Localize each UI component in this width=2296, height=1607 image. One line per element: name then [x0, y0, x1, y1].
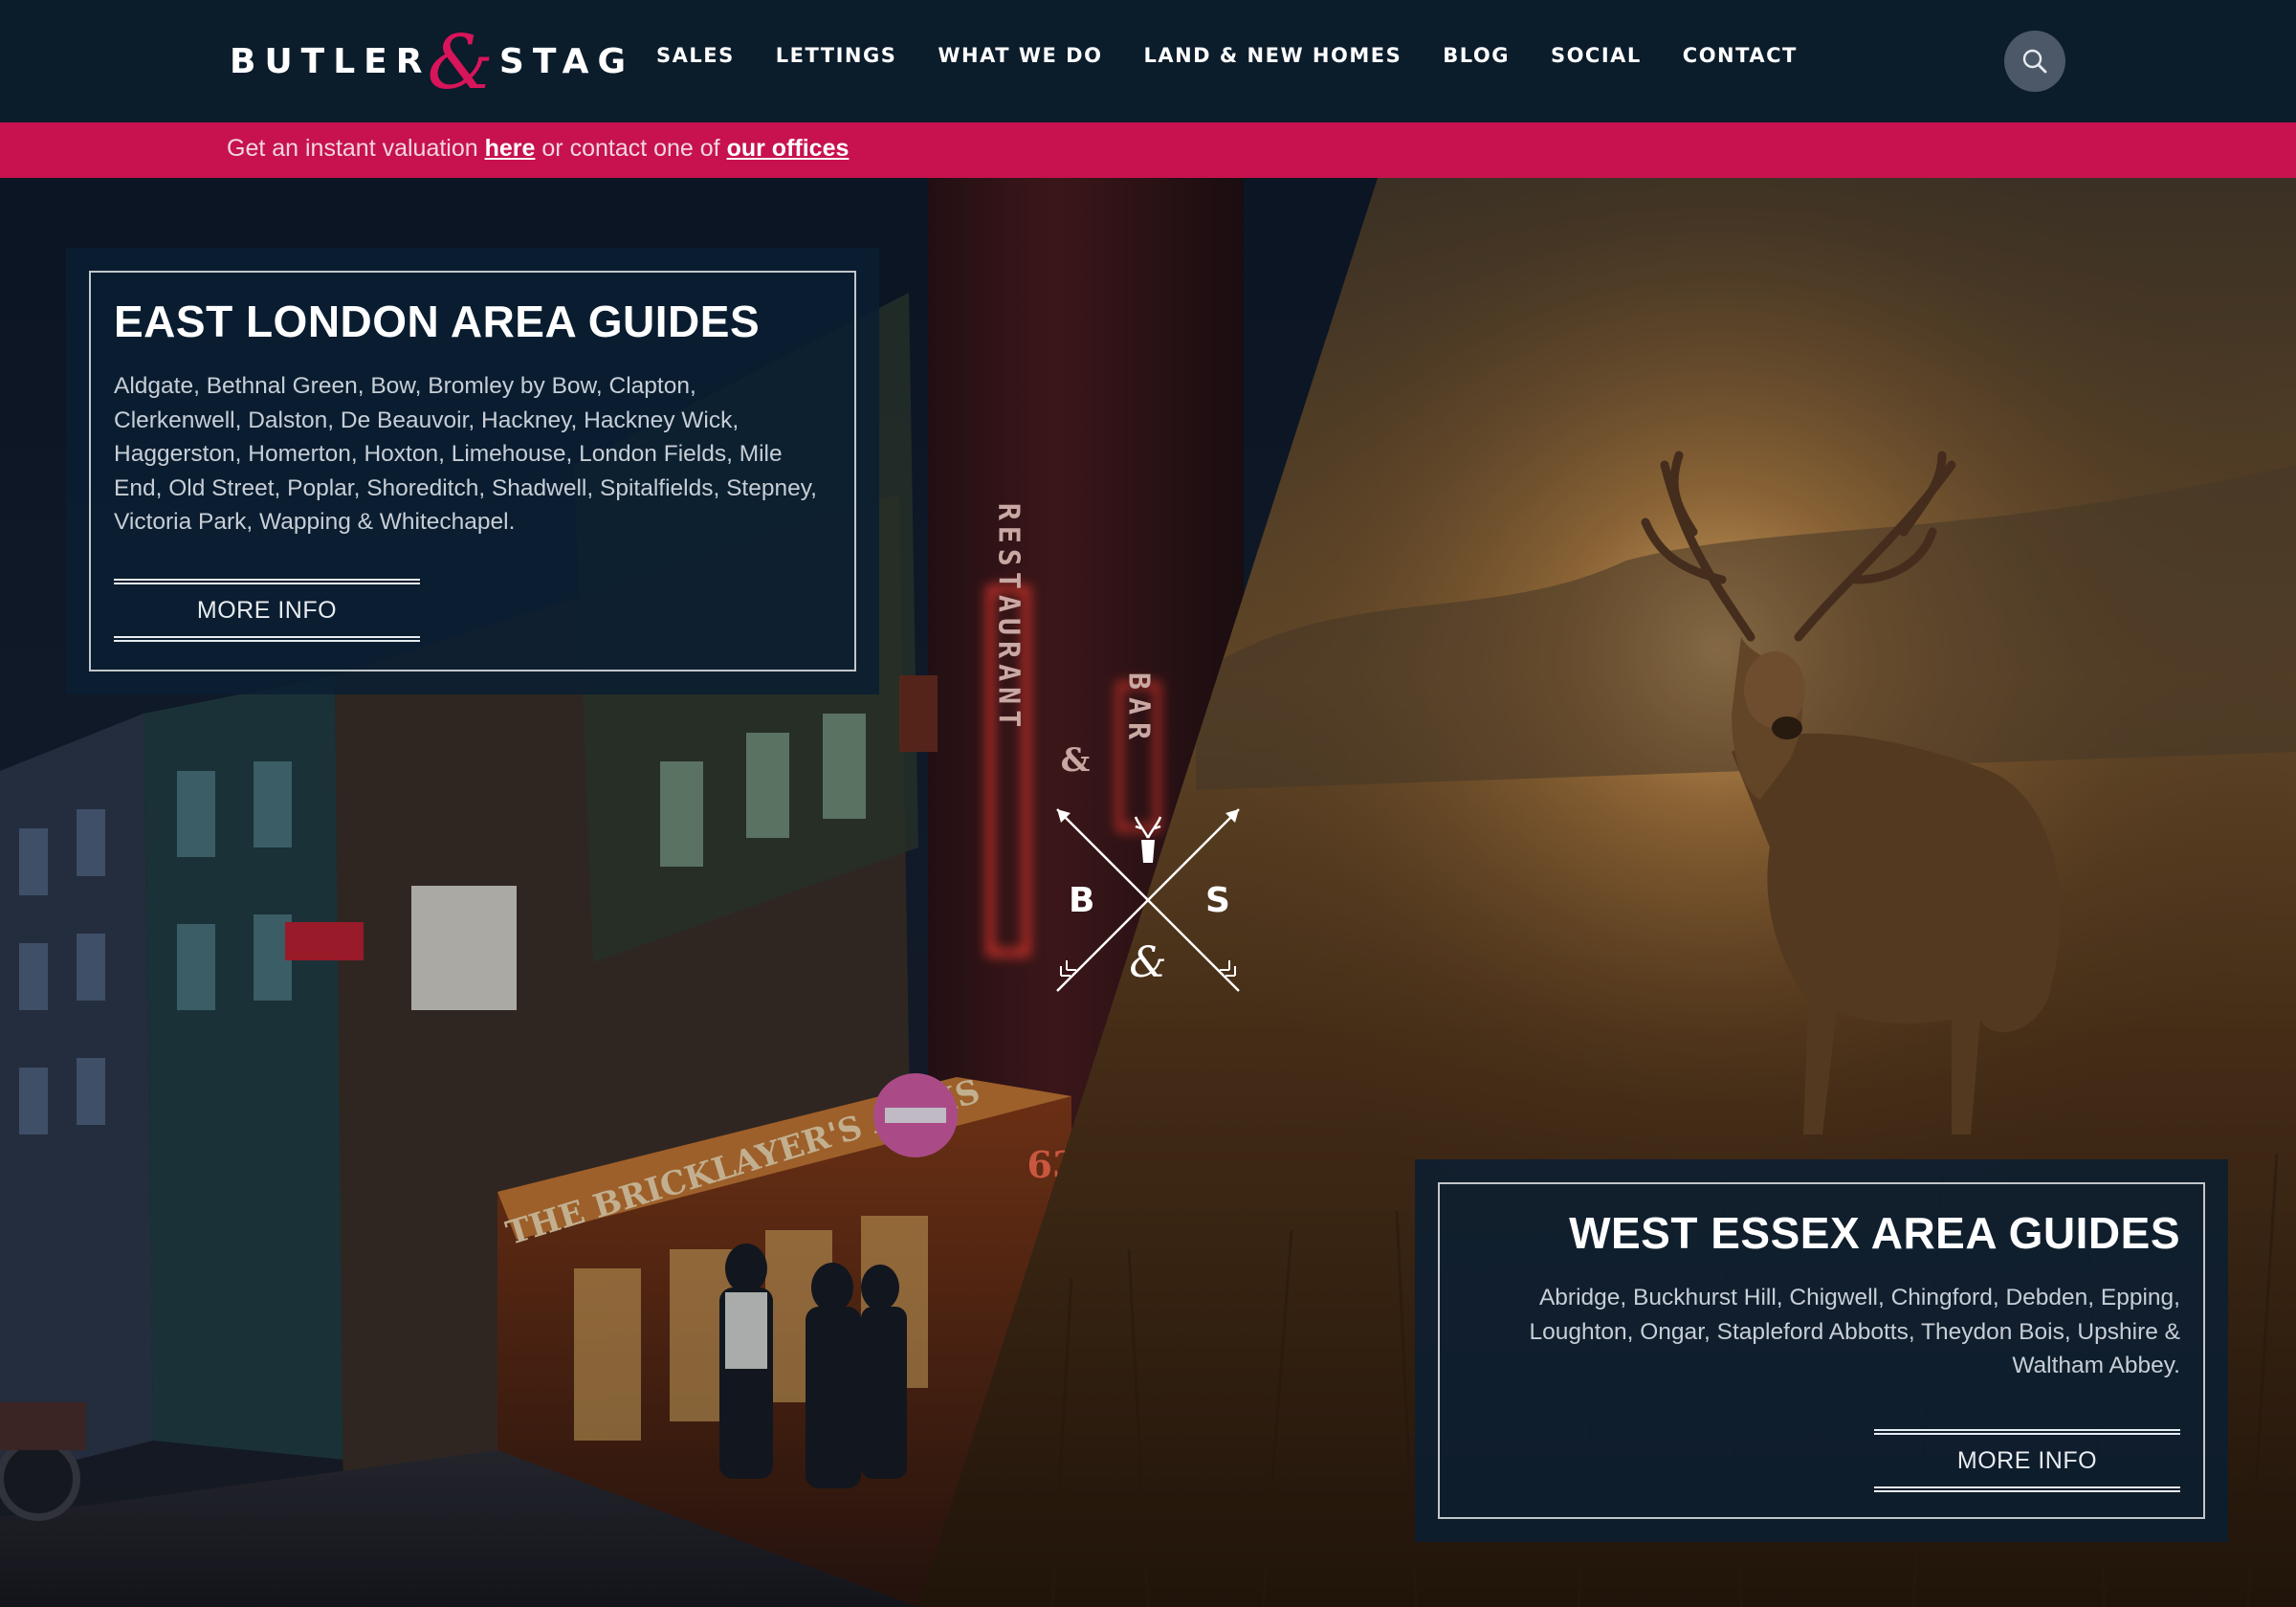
valuation-prefix: Get an instant valuation — [227, 135, 478, 162]
search-button[interactable] — [2004, 31, 2065, 92]
logo-text-stag: STAG — [498, 41, 635, 81]
valuation-banner-text: Get an instant valuation here or contact… — [227, 135, 849, 163]
top-navigation-bar: BUTLER & STAG SALES LETTINGS WHAT WE DO … — [0, 0, 2296, 122]
east-london-guide-card: EAST LONDON AREA GUIDES Aldgate, Bethnal… — [66, 248, 879, 694]
butler-stag-emblem: B S & — [1056, 808, 1240, 992]
west-essex-guide-areas: Abridge, Buckhurst Hill, Chigwell, Ching… — [1529, 1285, 2180, 1378]
logo-ampersand: & — [427, 20, 494, 106]
east-london-guide-title: EAST LONDON AREA GUIDES — [114, 297, 761, 346]
nav-link-land-new-homes[interactable]: LAND & NEW HOMES — [1143, 44, 1402, 67]
hero-section: RESTAURANT & BAR THE BRICKLAYER'S ARMS 6… — [0, 178, 2296, 1607]
west-essex-guide-title: WEST ESSEX AREA GUIDES — [1569, 1208, 2180, 1258]
logo-text-butler: BUTLER — [230, 41, 431, 81]
nav-link-sales[interactable]: SALES — [656, 44, 735, 67]
east-london-guide-frame: EAST LONDON AREA GUIDES Aldgate, Bethnal… — [89, 271, 856, 671]
our-offices-link[interactable]: our offices — [727, 135, 850, 162]
nav-link-blog[interactable]: BLOG — [1443, 44, 1510, 67]
valuation-banner: Get an instant valuation here or contact… — [0, 122, 2296, 178]
main-nav: SALES LETTINGS WHAT WE DO LAND & NEW HOM… — [656, 44, 1839, 67]
emblem-letter-s: S — [1205, 881, 1230, 920]
nav-link-what-we-do[interactable]: WHAT WE DO — [938, 44, 1102, 67]
site-logo[interactable]: BUTLER & STAG — [230, 26, 635, 100]
valuation-here-link[interactable]: here — [485, 135, 536, 162]
nav-link-contact[interactable]: CONTACT — [1683, 44, 1798, 67]
emblem-ampersand: & — [1129, 938, 1166, 987]
east-london-more-info-button[interactable]: MORE INFO — [114, 579, 420, 642]
west-essex-more-info-button[interactable]: MORE INFO — [1874, 1429, 2180, 1492]
emblem-letter-b: B — [1069, 881, 1094, 920]
east-london-guide-areas: Aldgate, Bethnal Green, Bow, Bromley by … — [114, 373, 817, 535]
search-icon — [2022, 49, 2047, 74]
nav-link-social[interactable]: SOCIAL — [1551, 44, 1642, 67]
west-essex-guide-frame: WEST ESSEX AREA GUIDES Abridge, Buckhurs… — [1438, 1182, 2205, 1519]
valuation-middle: or contact one of — [541, 135, 720, 162]
nav-link-lettings[interactable]: LETTINGS — [776, 44, 897, 67]
west-essex-guide-card: WEST ESSEX AREA GUIDES Abridge, Buckhurs… — [1415, 1159, 2228, 1542]
